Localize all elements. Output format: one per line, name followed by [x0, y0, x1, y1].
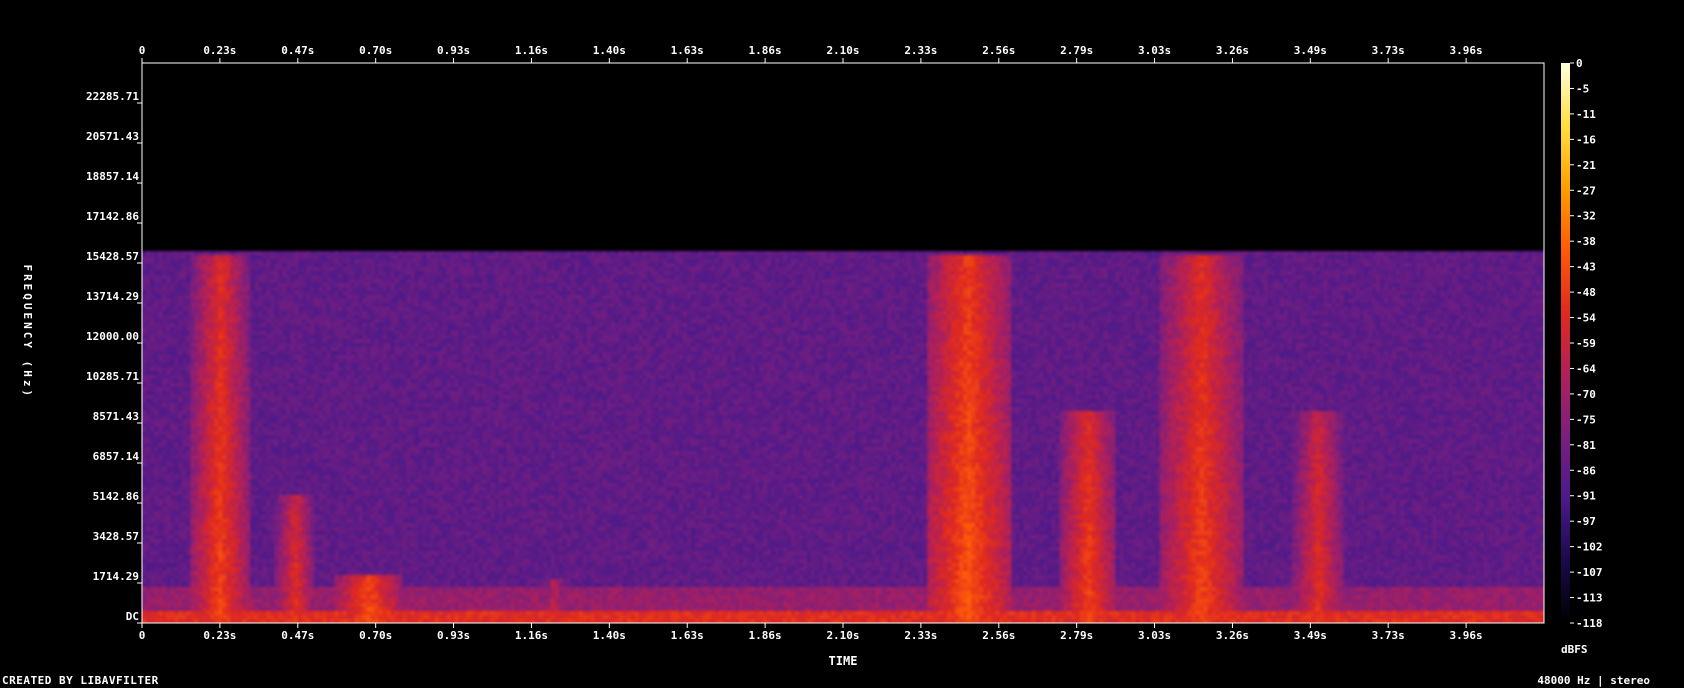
y-axis: DC 1714.29 3428.57 5142.86 6857.14 8571.43 102… [86, 90, 142, 624]
y-tick-label: 17142.86 [86, 210, 139, 223]
colorbar-tick-label: -5 [1576, 82, 1589, 95]
y-tick-label: 8571.43 [93, 410, 139, 423]
x-tick-label: 1.86s [749, 44, 782, 57]
x-tick-label: 0.93s [437, 629, 470, 642]
x-tick-label: 0 [139, 44, 146, 57]
colorbar-tick-label: -43 [1576, 261, 1596, 274]
y-tick-label: 3428.57 [93, 530, 139, 543]
x-tick-label: 3.03s [1138, 44, 1171, 57]
x-tick-label: 1.86s [749, 629, 782, 642]
colorbar-tick-label: -75 [1576, 413, 1596, 426]
colorbar-tick-label: -97 [1576, 515, 1596, 528]
colorbar-tick-label: 0 [1576, 57, 1583, 70]
y-tick-label: 18857.14 [86, 170, 139, 183]
colorbar-tick-label: -81 [1576, 439, 1596, 452]
y-tick-label: 10285.71 [86, 370, 139, 383]
x-tick-label: 1.63s [671, 44, 704, 57]
colorbar-tick-label: -48 [1576, 286, 1596, 299]
x-tick-label: 2.79s [1060, 629, 1093, 642]
x-tick-label: 0.93s [437, 44, 470, 57]
x-tick-label: 2.33s [904, 629, 937, 642]
colorbar-tick-label: -21 [1576, 159, 1596, 172]
x-tick-label: 2.33s [904, 44, 937, 57]
y-tick-label: 1714.29 [93, 570, 139, 583]
y-tick-label: 15428.57 [86, 250, 139, 263]
y-tick-label: 13714.29 [86, 290, 139, 303]
y-axis-label: FREQUENCY (Hz) [21, 264, 34, 399]
x-tick-label: 3.49s [1294, 44, 1327, 57]
colorbar-tick-label: -118 [1576, 617, 1603, 630]
y-tick-label: 20571.43 [86, 130, 139, 143]
x-axis-bottom: 0 0.23s 0.47s 0.70s 0.93s 1.16s 1.40s 1.63s 1.86… [139, 623, 1483, 642]
x-tick-label: 3.96s [1450, 629, 1483, 642]
x-tick-label: 0.47s [281, 44, 314, 57]
x-tick-label: 0.47s [281, 629, 314, 642]
x-tick-label: 3.73s [1372, 44, 1405, 57]
colorbar-tick-label: -11 [1576, 108, 1596, 121]
colorbar-tick-label: -86 [1576, 464, 1596, 477]
y-tick-label: 5142.86 [93, 490, 140, 503]
colorbar-tick-label: -64 [1576, 362, 1596, 375]
x-tick-label: 2.56s [982, 629, 1015, 642]
y-tick-label: 12000.00 [86, 330, 139, 343]
x-tick-label: 2.10s [826, 629, 859, 642]
colorbar-tick-label: -91 [1576, 490, 1596, 503]
colorbar [1561, 63, 1570, 623]
colorbar-tick-label: -113 [1576, 592, 1603, 605]
x-tick-label: 1.40s [593, 629, 626, 642]
x-axis-label: TIME [829, 654, 858, 668]
colorbar-tick-label: -107 [1576, 566, 1603, 579]
x-tick-label: 3.96s [1450, 44, 1483, 57]
spectrogram-chart: 0 0.23s 0.47s 0.70s 0.93s 1.16s 1.40s 1.63s 1.86… [21, 44, 1603, 668]
x-tick-label: 3.73s [1372, 629, 1405, 642]
colorbar-ticks: 0 -5 -11 -16 -21 -27 -32 -38 -43 -48 -54 -59 -64 -70 -… [1570, 57, 1603, 630]
x-tick-label: 2.10s [826, 44, 859, 57]
created-by-label: CREATED BY LIBAVFILTER [2, 674, 159, 687]
colorbar-label: dBFS [1561, 643, 1588, 656]
colorbar-tick-label: -32 [1576, 210, 1596, 223]
colorbar-tick-label: -38 [1576, 235, 1596, 248]
x-tick-label: 1.16s [515, 629, 548, 642]
x-tick-label: 0.70s [359, 629, 392, 642]
colorbar-tick-label: -16 [1576, 133, 1596, 146]
x-tick-label: 0 [139, 629, 146, 642]
x-tick-label: 2.79s [1060, 44, 1093, 57]
x-tick-label: 3.26s [1216, 44, 1249, 57]
x-tick-label: 3.26s [1216, 629, 1249, 642]
colorbar-tick-label: -102 [1576, 541, 1603, 554]
y-tick-label: 22285.71 [86, 90, 139, 103]
x-tick-label: 0.70s [359, 44, 392, 57]
x-tick-label: 3.03s [1138, 629, 1171, 642]
x-tick-label: 1.40s [593, 44, 626, 57]
x-tick-label: 0.23s [203, 629, 236, 642]
x-axis-top: 0 0.23s 0.47s 0.70s 0.93s 1.16s 1.40s 1.63s 1.86… [139, 44, 1483, 63]
y-tick-label: 6857.14 [93, 450, 140, 463]
x-tick-label: 3.49s [1294, 629, 1327, 642]
colorbar-tick-label: -54 [1576, 312, 1596, 325]
colorbar-tick-label: -59 [1576, 337, 1596, 350]
audio-info-label: 48000 Hz | stereo [1537, 674, 1650, 687]
colorbar-tick-label: -27 [1576, 184, 1596, 197]
x-tick-label: 1.16s [515, 44, 548, 57]
spectrogram-image [142, 63, 1544, 623]
x-tick-label: 1.63s [671, 629, 704, 642]
y-tick-label: DC [126, 610, 139, 623]
spectrogram-plot-area [142, 63, 1544, 623]
colorbar-tick-label: -70 [1576, 388, 1596, 401]
x-tick-label: 0.23s [203, 44, 236, 57]
x-tick-label: 2.56s [982, 44, 1015, 57]
